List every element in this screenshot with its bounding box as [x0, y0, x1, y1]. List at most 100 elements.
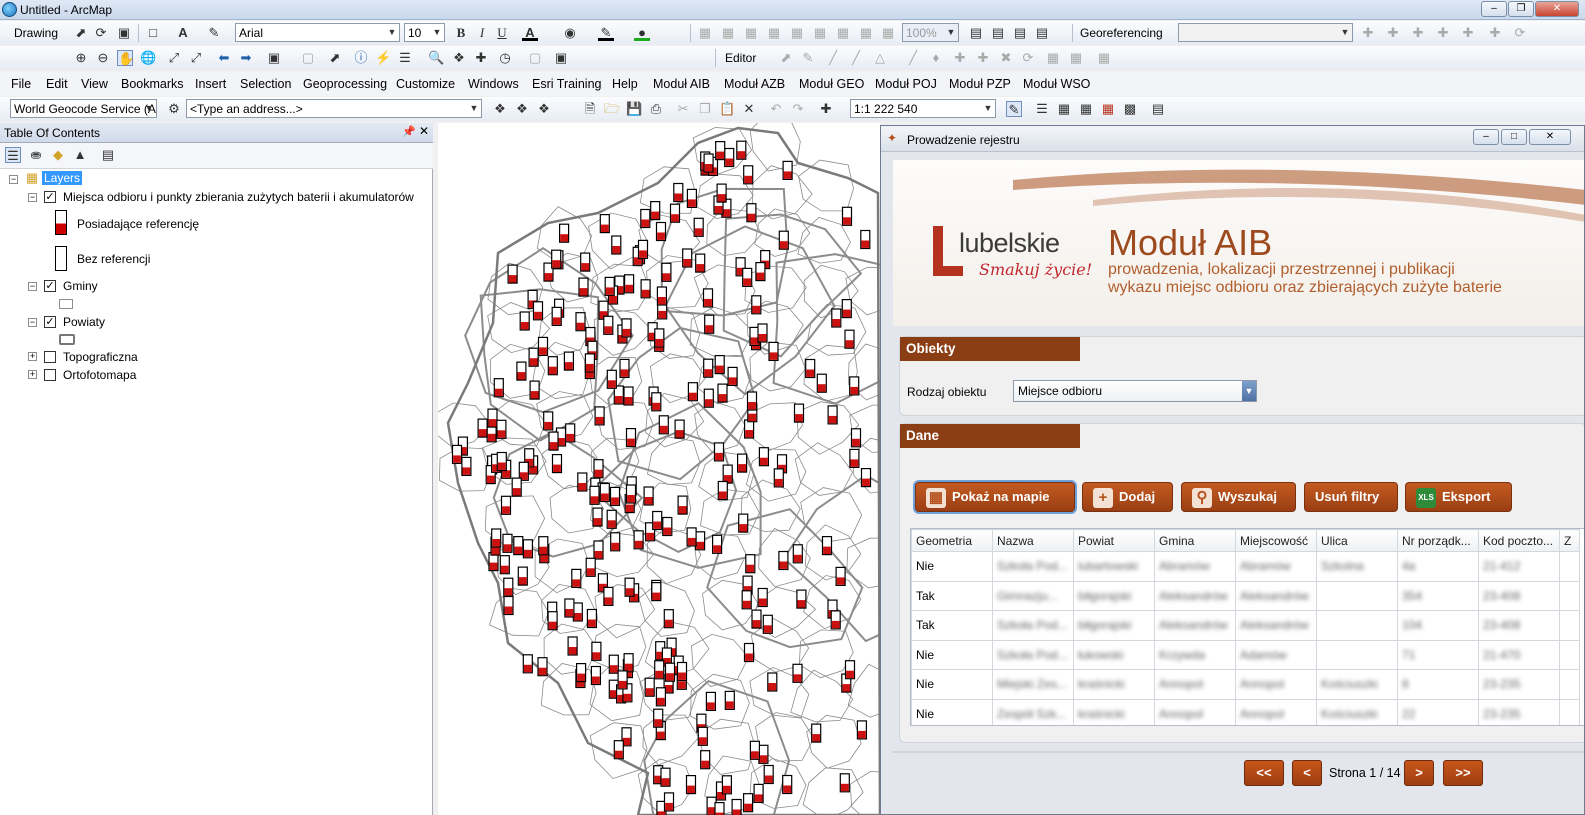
edit-tool-icon[interactable]: △: [872, 50, 888, 66]
add-data-icon[interactable]: ✚: [818, 101, 834, 117]
battery-point-marker[interactable]: [712, 534, 723, 554]
search-button[interactable]: ⚲ Wyszukaj: [1181, 482, 1296, 512]
python-window-icon[interactable]: ▩: [1122, 101, 1138, 117]
battery-point-marker[interactable]: [640, 279, 651, 299]
battery-point-marker[interactable]: [796, 589, 807, 609]
battery-point-marker[interactable]: [716, 183, 727, 203]
georef-tool-icon[interactable]: ✚: [1487, 25, 1503, 41]
battery-point-marker[interactable]: [664, 662, 676, 682]
create-viewer-icon[interactable]: ▣: [553, 50, 569, 66]
html-popup-icon[interactable]: ☰: [397, 50, 413, 66]
geocode-service-select[interactable]: World Geocode Service (A ▼: [10, 99, 157, 118]
battery-point-marker[interactable]: [835, 566, 846, 586]
layout-tool-icon[interactable]: ▦: [812, 25, 828, 41]
rotate-icon[interactable]: ⟳: [93, 25, 109, 41]
battery-point-marker[interactable]: [751, 295, 762, 315]
battery-point-marker[interactable]: [651, 392, 662, 412]
battery-point-marker[interactable]: [860, 229, 871, 250]
battery-point-marker[interactable]: [751, 609, 762, 629]
model-builder-icon[interactable]: ▤: [1150, 101, 1166, 117]
font-name-select[interactable]: Arial ▼: [235, 23, 400, 42]
delete-icon[interactable]: ✕: [741, 101, 757, 117]
layer2-collapse-toggle[interactable]: −: [28, 282, 37, 291]
table-row[interactable]: Nie Miejski Zes... kraśnicki Annopol Annopol…: [911, 669, 1580, 700]
battery-point-marker[interactable]: [507, 264, 518, 284]
battery-point-marker[interactable]: [487, 408, 498, 428]
export-button[interactable]: XLS Eksport: [1405, 482, 1512, 512]
bold-button[interactable]: B: [453, 25, 469, 41]
battery-point-marker[interactable]: [831, 308, 842, 328]
edit-tool-icon[interactable]: ╱: [825, 50, 841, 66]
edit-tool-icon[interactable]: ▦: [1068, 50, 1084, 66]
zoom-in-icon[interactable]: ⊕: [73, 50, 89, 66]
battery-point-marker[interactable]: [572, 602, 583, 622]
menu-modu-wso[interactable]: Moduł WSO: [1023, 77, 1090, 91]
battery-point-marker[interactable]: [516, 361, 527, 381]
battery-point-marker[interactable]: [743, 165, 754, 185]
edit-tool-icon[interactable]: ▦: [1096, 50, 1112, 66]
edit-tool-icon[interactable]: ✚: [952, 50, 968, 66]
object-type-select[interactable]: Miejsce odbioru ▼: [1013, 380, 1257, 402]
editor-toolbar-icon[interactable]: ✎: [1006, 101, 1022, 117]
battery-point-marker[interactable]: [697, 726, 708, 746]
battery-point-marker[interactable]: [676, 661, 688, 682]
battery-point-marker[interactable]: [655, 221, 667, 242]
open-folder-icon[interactable]: 🗁: [604, 101, 620, 117]
find-route-icon[interactable]: ❖: [451, 50, 467, 66]
editor-menu[interactable]: Editor: [725, 51, 756, 65]
battery-point-marker[interactable]: [606, 509, 617, 529]
battery-point-marker[interactable]: [609, 486, 621, 506]
dialog-minimize-button[interactable]: –: [1473, 129, 1499, 145]
battery-point-marker[interactable]: [576, 662, 587, 683]
layer5-checkbox[interactable]: [44, 369, 56, 381]
battery-point-marker[interactable]: [677, 495, 688, 515]
menu-help[interactable]: Help: [612, 77, 638, 91]
battery-point-marker[interactable]: [743, 793, 754, 813]
menu-file[interactable]: File: [11, 77, 31, 91]
battery-point-marker[interactable]: [624, 274, 635, 294]
battery-point-marker[interactable]: [571, 568, 582, 588]
layout-tool-icon[interactable]: ▦: [858, 25, 874, 41]
back-icon[interactable]: ⬅: [216, 50, 232, 66]
battery-point-marker[interactable]: [461, 456, 472, 476]
battery-point-marker[interactable]: [844, 329, 855, 349]
geocode-tool-icon[interactable]: ❖: [492, 101, 508, 117]
close-button[interactable]: ✕: [1535, 1, 1579, 17]
battery-point-marker[interactable]: [714, 355, 725, 375]
find-icon[interactable]: 🔍: [428, 50, 444, 66]
page-icon[interactable]: ▤: [990, 25, 1006, 41]
battery-point-marker[interactable]: [660, 767, 671, 787]
layout-tool-icon[interactable]: ▦: [720, 25, 736, 41]
battery-point-marker[interactable]: [768, 341, 779, 361]
battery-point-marker[interactable]: [563, 351, 575, 371]
column-header[interactable]: Z: [1559, 529, 1580, 552]
battery-point-marker[interactable]: [839, 773, 850, 793]
edit-tool-icon[interactable]: ▦: [1045, 50, 1061, 66]
edit-tool-icon[interactable]: ✎: [800, 50, 816, 66]
battery-point-marker[interactable]: [493, 378, 504, 398]
layer1-checkbox[interactable]: ✓: [44, 191, 56, 203]
catalog-icon[interactable]: ▦: [1056, 101, 1072, 117]
battery-point-marker[interactable]: [502, 533, 513, 553]
line-color-icon[interactable]: ✎: [598, 25, 614, 41]
add-button[interactable]: + Dodaj: [1082, 482, 1173, 512]
battery-point-marker[interactable]: [584, 353, 595, 373]
battery-point-marker[interactable]: [742, 267, 753, 287]
marker-color-icon[interactable]: ●: [634, 25, 650, 41]
battery-point-marker[interactable]: [551, 454, 563, 474]
print-icon[interactable]: ⎙: [648, 101, 664, 117]
battery-point-marker[interactable]: [604, 276, 615, 296]
battery-point-marker[interactable]: [637, 239, 649, 260]
select-arrow-icon[interactable]: ⬈: [73, 25, 89, 41]
battery-point-marker[interactable]: [724, 147, 735, 168]
battery-point-marker[interactable]: [827, 405, 838, 425]
battery-point-marker[interactable]: [651, 582, 662, 602]
battery-point-marker[interactable]: [625, 484, 637, 504]
battery-point-marker[interactable]: [673, 182, 684, 203]
battery-point-marker[interactable]: [537, 336, 549, 356]
battery-point-marker[interactable]: [767, 672, 778, 692]
edit-tool-icon[interactable]: ⟳: [1020, 50, 1036, 66]
battery-point-marker[interactable]: [746, 203, 757, 223]
battery-point-marker[interactable]: [743, 642, 755, 663]
last-page-button[interactable]: >>: [1443, 760, 1483, 786]
